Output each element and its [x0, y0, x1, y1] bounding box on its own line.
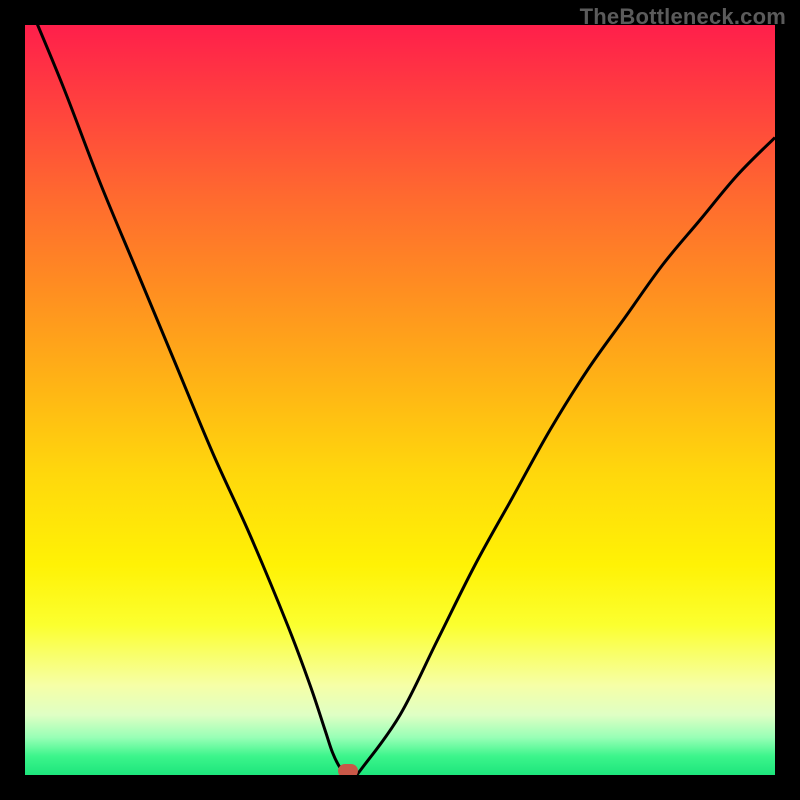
chart-frame: TheBottleneck.com — [0, 0, 800, 800]
optimal-marker — [338, 764, 358, 775]
plot-area — [25, 25, 775, 775]
watermark-text: TheBottleneck.com — [580, 4, 786, 30]
background-gradient — [25, 25, 775, 775]
